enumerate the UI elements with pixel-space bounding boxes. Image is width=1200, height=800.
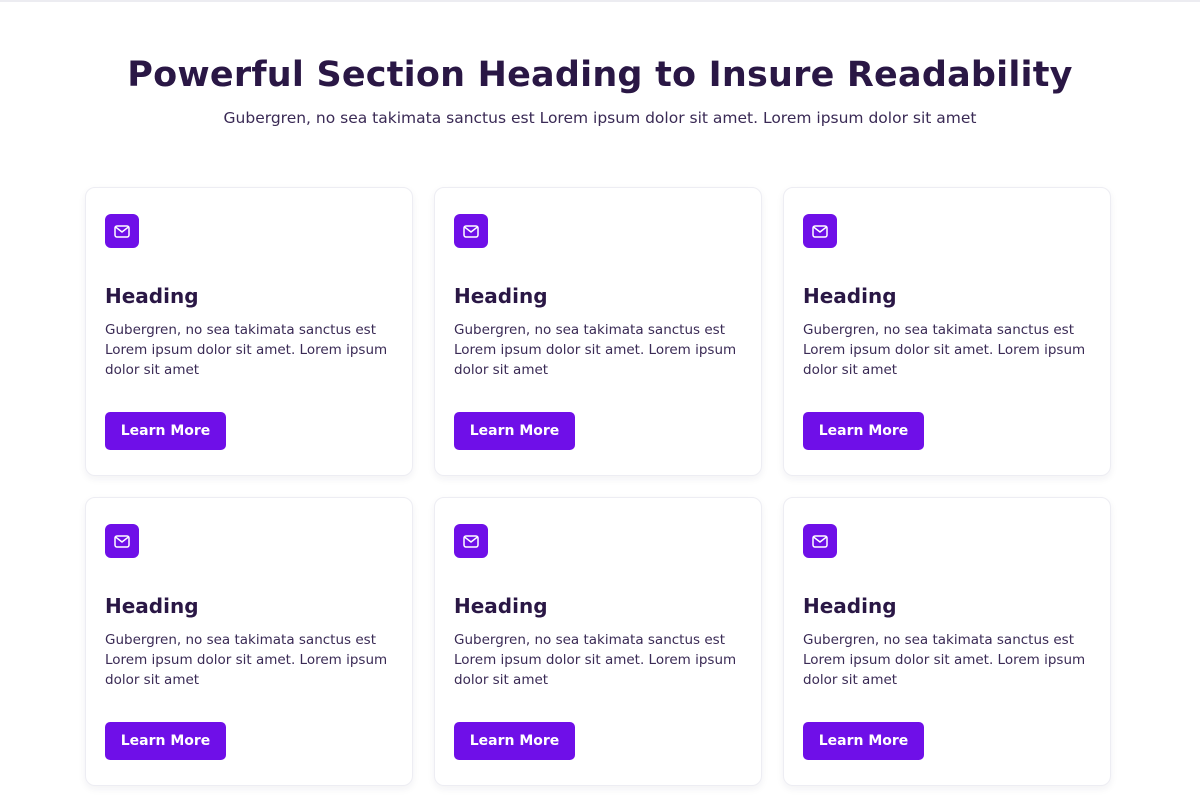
learn-more-button[interactable]: Learn More: [454, 412, 575, 450]
card-heading: Heading: [803, 594, 897, 618]
feature-card: Heading Gubergren, no sea takimata sanct…: [434, 497, 762, 786]
feature-card: Heading Gubergren, no sea takimata sanct…: [85, 187, 413, 476]
card-heading: Heading: [105, 284, 199, 308]
section-subtitle: Gubergren, no sea takimata sanctus est L…: [223, 109, 977, 127]
learn-more-button[interactable]: Learn More: [105, 722, 226, 760]
feature-card: Heading Gubergren, no sea takimata sanct…: [783, 497, 1111, 786]
feature-card: Heading Gubergren, no sea takimata sanct…: [85, 497, 413, 786]
card-body: Gubergren, no sea takimata sanctus est L…: [803, 632, 1086, 688]
feature-card: Heading Gubergren, no sea takimata sanct…: [783, 187, 1111, 476]
mail-icon: [105, 524, 139, 558]
top-divider: [0, 0, 1200, 2]
learn-more-button[interactable]: Learn More: [803, 412, 924, 450]
mail-icon: [454, 214, 488, 248]
mail-icon: [105, 214, 139, 248]
card-heading: Heading: [454, 284, 548, 308]
learn-more-button[interactable]: Learn More: [803, 722, 924, 760]
card-body: Gubergren, no sea takimata sanctus est L…: [803, 322, 1086, 378]
mail-icon: [803, 214, 837, 248]
section-heading: Powerful Section Heading to Insure Reada…: [127, 55, 1073, 95]
feature-card: Heading Gubergren, no sea takimata sanct…: [434, 187, 762, 476]
card-body: Gubergren, no sea takimata sanctus est L…: [105, 632, 388, 688]
learn-more-button[interactable]: Learn More: [454, 722, 575, 760]
card-body: Gubergren, no sea takimata sanctus est L…: [454, 632, 737, 688]
card-body: Gubergren, no sea takimata sanctus est L…: [454, 322, 737, 378]
card-heading: Heading: [803, 284, 897, 308]
card-body: Gubergren, no sea takimata sanctus est L…: [105, 322, 388, 378]
learn-more-button[interactable]: Learn More: [105, 412, 226, 450]
mail-icon: [454, 524, 488, 558]
card-heading: Heading: [454, 594, 548, 618]
card-heading: Heading: [105, 594, 199, 618]
mail-icon: [803, 524, 837, 558]
